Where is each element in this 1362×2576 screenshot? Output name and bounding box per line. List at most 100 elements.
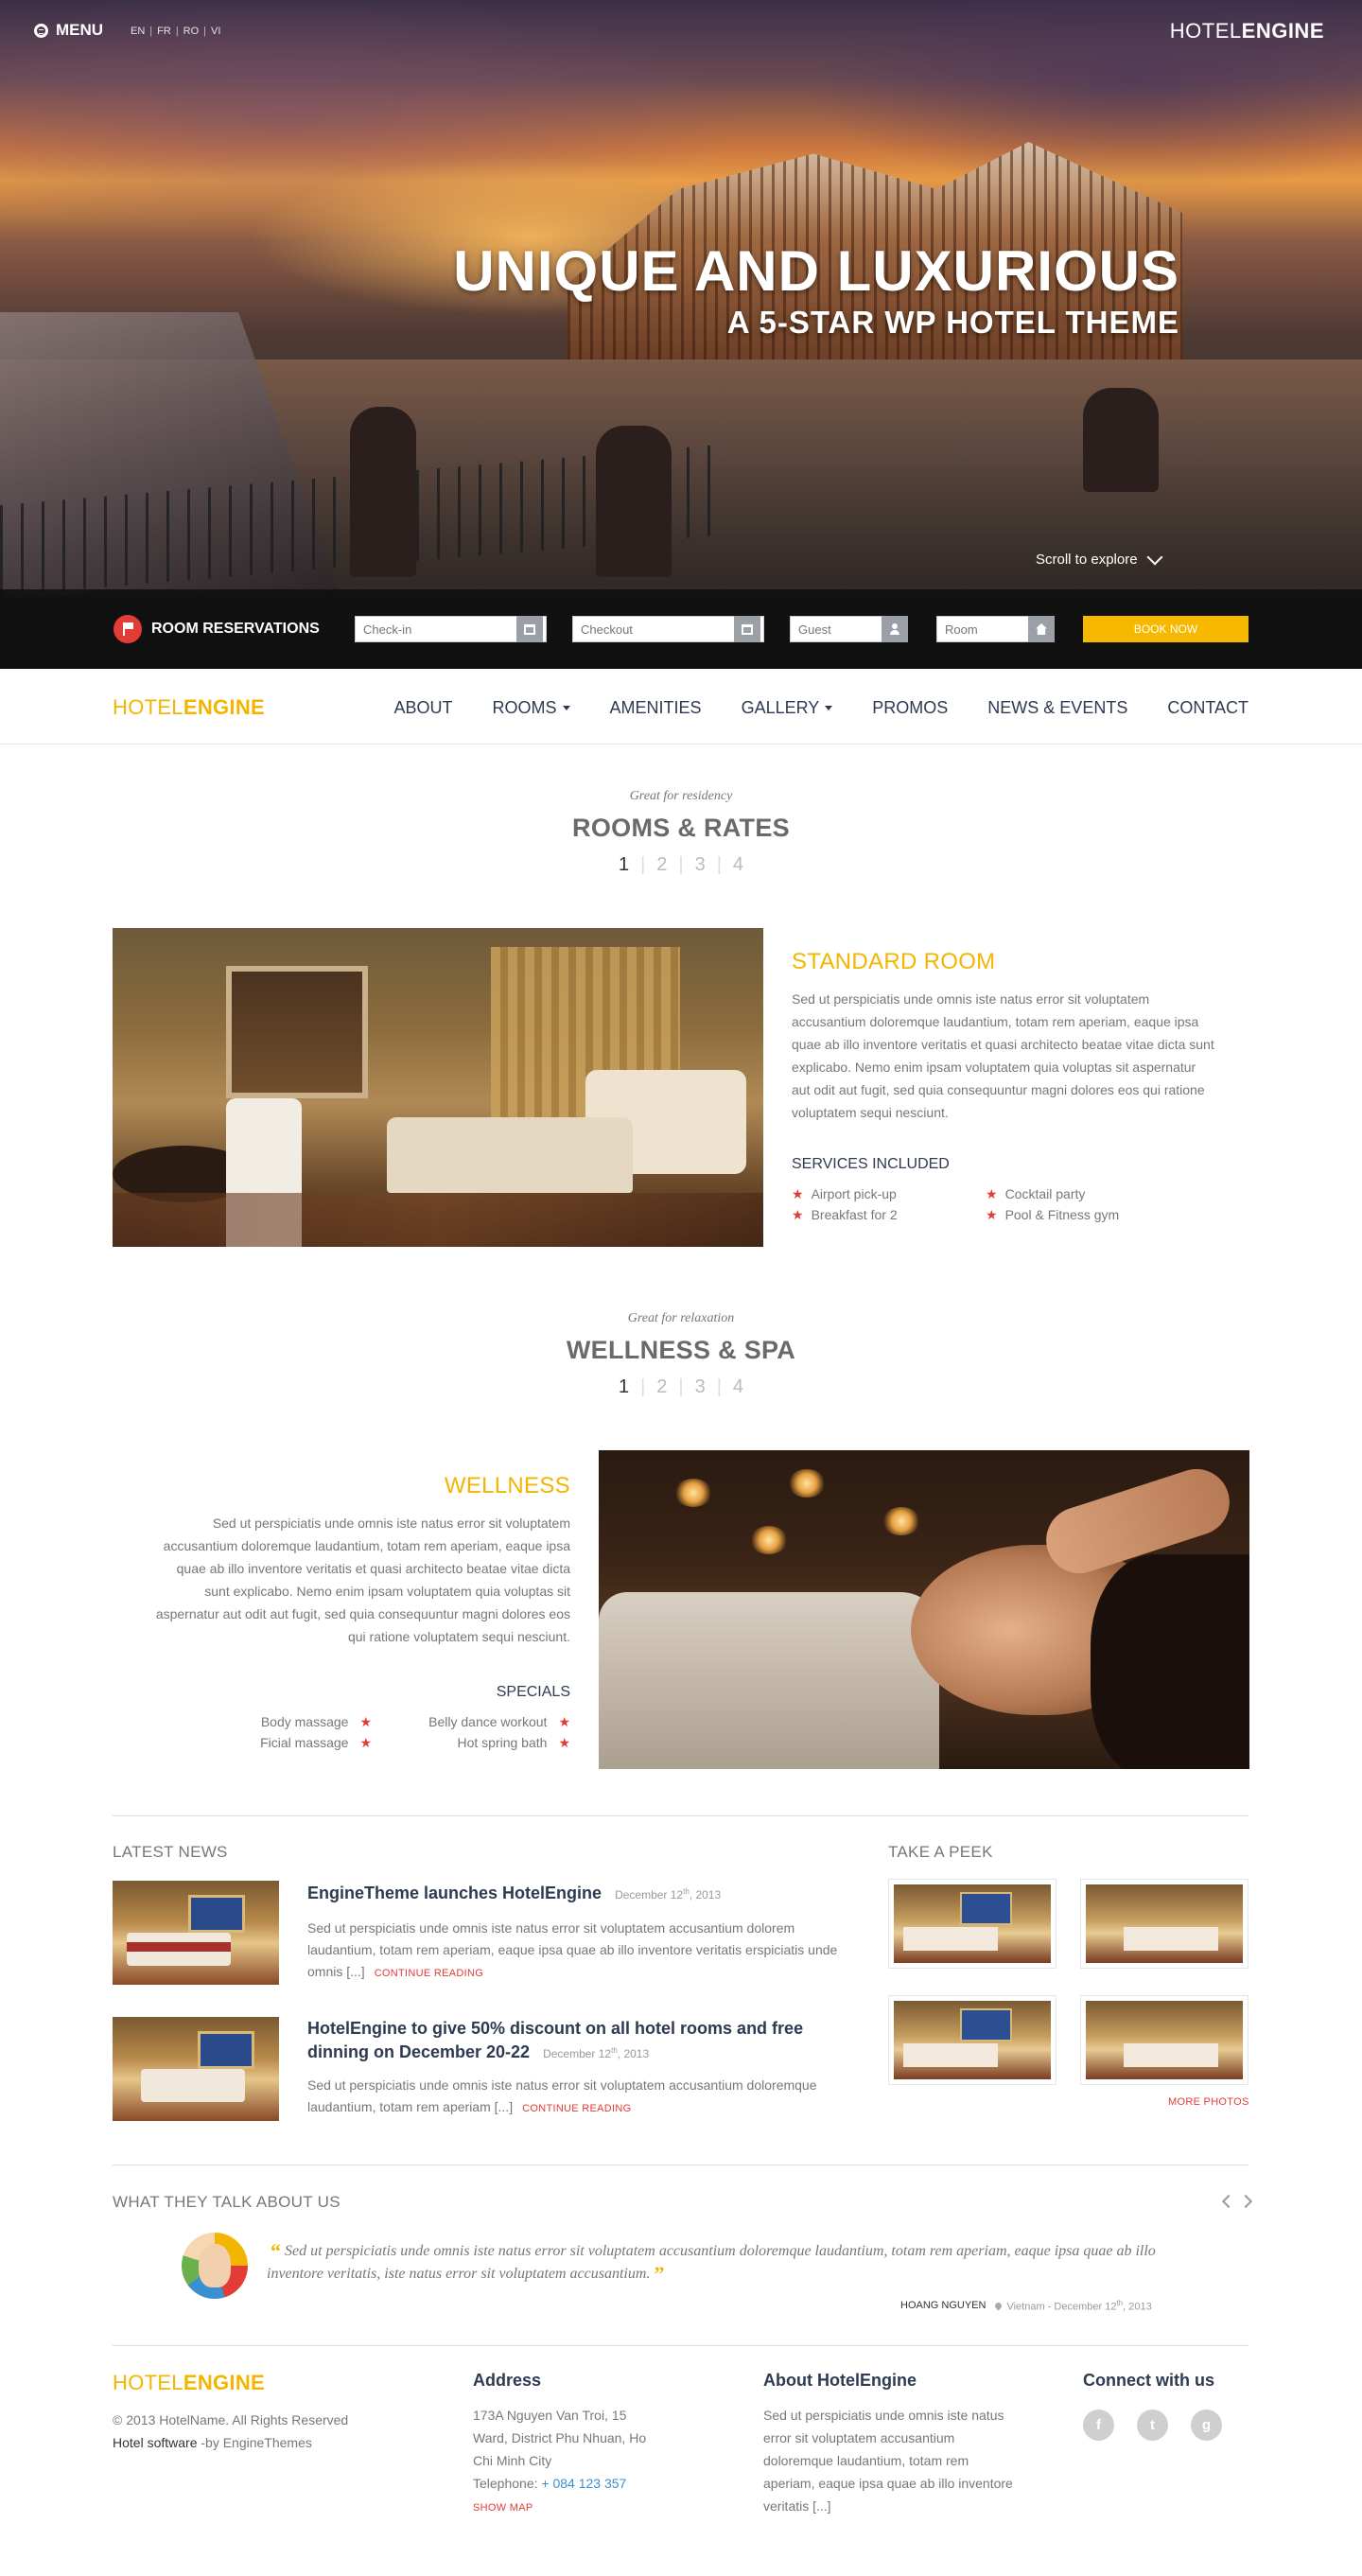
star-icon: ★	[792, 1207, 804, 1222]
facebook-icon[interactable]: f	[1083, 2410, 1114, 2441]
more-photos-link[interactable]: MORE PHOTOS	[1168, 2096, 1249, 2108]
section-divider	[113, 2164, 1248, 2165]
show-map-link[interactable]: SHOW MAP	[473, 2502, 533, 2514]
news-thumbnail[interactable]	[113, 1881, 279, 1985]
specials-list: Body massage ★ Belly dance workout ★ Ficia…	[151, 1714, 570, 1750]
services-list: ★ Airport pick-up ★ Cocktail party ★ Breakf…	[792, 1186, 1217, 1222]
special-item: Body massage ★	[201, 1714, 372, 1729]
service-label: Cocktail party	[1004, 1186, 1086, 1201]
page-2[interactable]: 2	[656, 854, 667, 876]
footer-logo-light: HOTEL	[113, 2371, 183, 2394]
news-item: HotelEngine to give 50% discount on all …	[113, 2017, 850, 2126]
chevron-right-icon[interactable]	[1238, 2194, 1253, 2209]
gallery-photo[interactable]	[888, 1995, 1056, 2085]
nav-logo[interactable]: HOTELENGINE	[113, 695, 265, 720]
rooms-pager: 1 | 2 | 3 | 4	[0, 854, 1362, 876]
nav-item-contact[interactable]: CONTACT	[1167, 698, 1248, 718]
gallery-photo[interactable]	[1080, 1879, 1248, 1969]
booking-bar: ROOM RESERVATIONS BOOK NOW	[0, 589, 1362, 669]
continue-reading-link[interactable]: CONTINUE READING	[375, 1968, 483, 1979]
nav-item-gallery[interactable]: GALLERY	[742, 698, 833, 718]
main-nav: HOTELENGINE ABOUT ROOMS AMENITIES GALLER…	[0, 669, 1362, 745]
top-bar: MENU EN | FR | RO | VI HOTELENGINE	[0, 0, 1362, 61]
software-link[interactable]: Hotel software	[113, 2435, 197, 2450]
hero-logo[interactable]: HOTELENGINE	[1170, 19, 1324, 44]
book-now-button[interactable]: BOOK NOW	[1083, 616, 1248, 642]
nav-item-label: CONTACT	[1167, 698, 1248, 717]
chevron-left-icon[interactable]	[1221, 2194, 1236, 2209]
calendar-icon[interactable]	[516, 616, 543, 642]
nav-logo-bold: ENGINE	[183, 695, 266, 719]
user-icon[interactable]	[882, 616, 908, 642]
avatar	[182, 2233, 248, 2299]
section-divider	[113, 1815, 1248, 1816]
about-title: About HotelEngine	[763, 2371, 917, 2390]
menu-button[interactable]: MENU	[34, 21, 103, 40]
lang-en[interactable]: EN	[131, 26, 145, 37]
flag-icon	[114, 615, 142, 643]
footer-logo[interactable]: HOTELENGINE	[113, 2371, 348, 2395]
wellness-item-title[interactable]: WELLNESS	[151, 1473, 570, 1499]
page-4[interactable]: 4	[733, 854, 743, 876]
testimonial-nav	[1221, 2193, 1253, 2209]
page-3[interactable]: 3	[695, 1376, 706, 1398]
lang-ro[interactable]: RO	[183, 26, 200, 37]
address-title: Address	[473, 2371, 542, 2390]
nav-item-amenities[interactable]: AMENITIES	[610, 698, 702, 718]
news-date: December 12th, 2013	[615, 1887, 722, 1901]
nav-item-promos[interactable]: PROMOS	[872, 698, 948, 718]
lang-vi[interactable]: VI	[211, 26, 220, 37]
service-label: Airport pick-up	[811, 1186, 897, 1201]
nav-item-news-events[interactable]: NEWS & EVENTS	[987, 698, 1127, 718]
page-2[interactable]: 2	[656, 1376, 667, 1398]
news-title[interactable]: EngineTheme launches HotelEngine December…	[307, 1881, 851, 1906]
nav-item-about[interactable]: ABOUT	[394, 698, 453, 718]
news-thumbnail[interactable]	[113, 2017, 279, 2121]
chevron-down-icon	[1146, 549, 1163, 565]
news-date: December 12th, 2013	[543, 2046, 650, 2060]
copyright-text: © 2013 HotelName. All Rights Reserved	[113, 2412, 349, 2427]
telephone-link[interactable]: + 084 123 357	[541, 2476, 626, 2491]
social-links: f t g	[1083, 2410, 1222, 2441]
continue-reading-link[interactable]: CONTINUE READING	[522, 2103, 631, 2114]
testimonial-meta: HOANG NGUYEN Vietnam - December 12th, 20…	[900, 2299, 1152, 2313]
page-3[interactable]: 3	[695, 854, 706, 876]
page-4[interactable]: 4	[733, 1376, 743, 1398]
footer-address: Address 173A Nguyen Van Troi, 15 Ward, D…	[473, 2371, 700, 2519]
caret-down-icon	[825, 706, 833, 710]
lang-separator: |	[149, 26, 153, 37]
gallery-photo[interactable]	[888, 1879, 1056, 1969]
pager-separator: |	[716, 1376, 722, 1397]
telephone-line: Telephone: + 084 123 357	[473, 2472, 700, 2495]
room-info: STANDARD ROOM Sed ut perspiciatis unde o…	[792, 949, 1217, 1222]
news-title[interactable]: HotelEngine to give 50% discount on all …	[307, 2017, 851, 2065]
home-icon[interactable]	[1028, 616, 1055, 642]
special-label: Belly dance workout	[428, 1714, 548, 1729]
page-1[interactable]: 1	[619, 854, 629, 876]
software-credit: Hotel software -by EngineThemes	[113, 2431, 348, 2454]
news-excerpt: Sed ut perspiciatis unde omnis iste natu…	[307, 1918, 851, 1985]
special-item: Hot spring bath ★	[372, 1735, 570, 1750]
telephone-label: Telephone:	[473, 2476, 542, 2491]
special-label: Body massage	[260, 1714, 349, 1729]
latest-news-heading: LATEST NEWS	[113, 1843, 228, 1861]
calendar-icon[interactable]	[734, 616, 760, 642]
page-1[interactable]: 1	[619, 1376, 629, 1398]
google-plus-icon[interactable]: g	[1191, 2410, 1222, 2441]
nav-item-rooms[interactable]: ROOMS	[493, 698, 570, 718]
lang-fr[interactable]: FR	[157, 26, 171, 37]
footer-brand: HOTELENGINE © 2013 HotelName. All Rights…	[113, 2371, 348, 2454]
room-title[interactable]: STANDARD ROOM	[792, 949, 1217, 975]
gallery-photo[interactable]	[1080, 1995, 1248, 2085]
address-line: Ward, District Phu Nhuan, Ho	[473, 2430, 647, 2445]
menu-icon	[34, 23, 48, 38]
scroll-to-explore-link[interactable]: Scroll to explore	[1036, 549, 1163, 568]
lang-separator: |	[175, 26, 179, 37]
service-item: ★ Airport pick-up	[792, 1186, 986, 1201]
twitter-icon[interactable]: t	[1137, 2410, 1168, 2441]
star-icon: ★	[359, 1714, 372, 1729]
close-quote-icon: ”	[654, 2262, 665, 2286]
nav-item-label: ROOMS	[492, 698, 557, 717]
star-icon: ★	[986, 1207, 998, 1222]
footer-logo-bold: ENGINE	[183, 2371, 266, 2394]
